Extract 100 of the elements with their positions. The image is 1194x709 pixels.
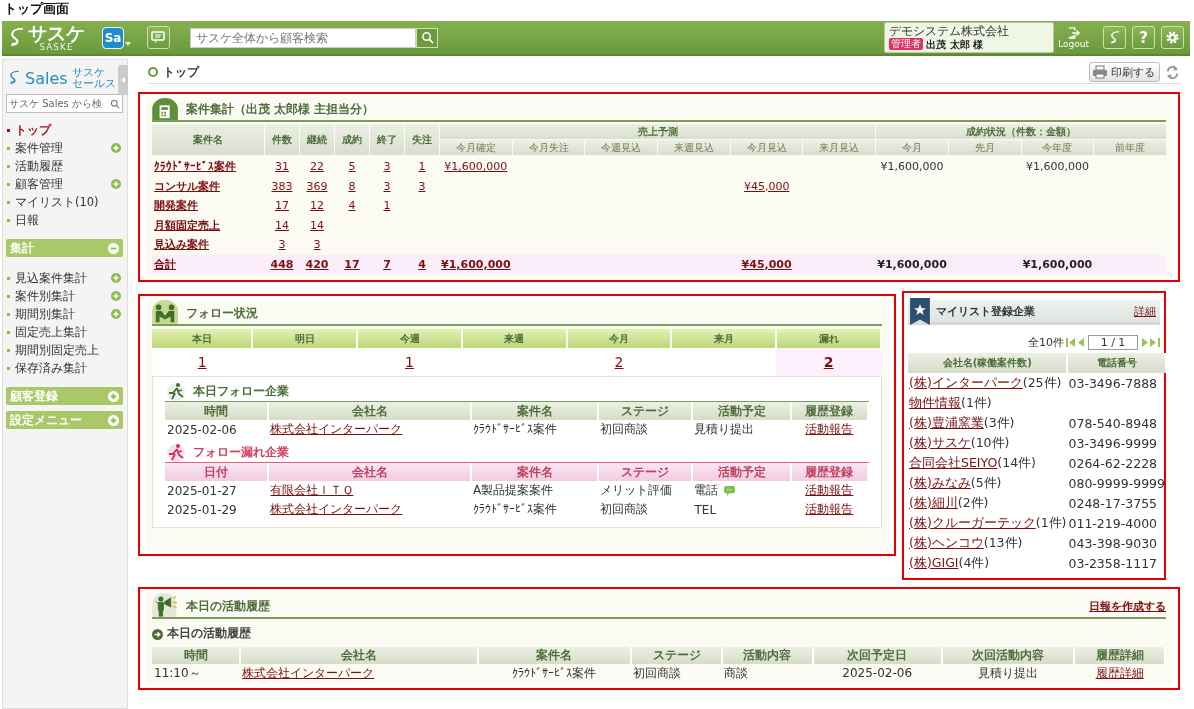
nav-link[interactable]: 案件別集計 [15,288,111,304]
table-cell: 2025-02-06 [842,666,913,680]
activity-report-link[interactable]: 活動報告 [805,483,854,497]
column-header: 件数 [265,124,299,155]
phone-number: 03-3496-9999 [1068,435,1158,451]
nav-link[interactable]: トップ [15,122,123,138]
count-link[interactable]: 17 [275,199,289,213]
history-detail-link[interactable]: 履歴詳細 [1095,665,1144,680]
page-field[interactable]: 1 / 1 [1088,335,1138,350]
company-link[interactable]: (株)クルーガーテック [909,514,1036,530]
refresh-icon[interactable] [1165,64,1180,80]
count-link[interactable]: 1 [418,160,426,174]
settings-button[interactable] [1161,26,1184,49]
project-link[interactable]: 見込み案件 [154,238,209,252]
count-link[interactable]: 14 [275,218,289,232]
table-cell: ¥1,600,000 [877,257,947,271]
search-field[interactable]: サスケ全体から顧客検索 [190,27,416,48]
activity-report-link[interactable]: 活動報告 [805,502,854,516]
company-link[interactable]: (株)GIGI [909,554,959,570]
company-link[interactable]: 株式会社インターパーク [242,665,375,680]
swoosh-button[interactable] [1103,26,1126,49]
nav-link[interactable]: 見込案件集計 [15,270,111,286]
count-link[interactable]: 2 [823,354,834,370]
expand-icon[interactable] [108,390,119,402]
last-page-icon[interactable] [1150,338,1160,347]
detail-link[interactable]: 詳細 [1134,303,1156,319]
nav-link[interactable]: 固定売上集計 [15,324,123,340]
company-link[interactable]: (株)ヘンコウ [909,534,984,550]
nav-link[interactable]: 期間別集計 [15,306,111,322]
count-link[interactable]: 3 [383,160,391,174]
nav-link[interactable]: 日報 [15,212,123,228]
expand-icon[interactable] [111,291,121,301]
count-link[interactable]: 383 [271,179,293,193]
nav-link[interactable]: 期間別固定売上 [15,342,123,358]
project-link[interactable]: 月額固定売上 [154,218,220,232]
count-link[interactable]: 3 [313,238,321,252]
previous-page-icon[interactable] [1078,338,1084,347]
count-link[interactable]: 31 [275,160,289,174]
nav-link[interactable]: マイリスト(10) [15,194,123,210]
company-link[interactable]: (株)豊浦窯業 [909,414,984,430]
company-link[interactable]: (株)みなみ [909,474,971,490]
nav-link[interactable]: 案件管理 [15,140,111,156]
company-link[interactable]: (株)サスケ [909,434,971,450]
amount-link[interactable]: ¥1,600,000 [441,257,511,271]
count-link[interactable]: 12 [310,199,324,213]
amount-link[interactable]: ¥1,600,000 [444,160,508,174]
count-link[interactable]: 3 [418,179,426,193]
nav-link[interactable]: 顧客管理 [15,176,111,192]
next-page-icon[interactable] [1142,338,1148,347]
count-link[interactable]: 5 [348,160,356,174]
sidebar-collapse-handle[interactable] [118,65,128,95]
count-link[interactable]: 1 [405,354,414,370]
table-cell: 初回商談 [633,665,682,680]
sidebar-search-field[interactable]: サスケ Sales から検 [6,94,123,113]
count-link[interactable]: 1 [383,199,391,213]
company-link[interactable]: 株式会社インターパーク [270,502,403,516]
count-link[interactable]: 420 [305,257,329,271]
count-link[interactable]: 8 [348,179,356,193]
activity-report-link[interactable]: 活動報告 [805,422,854,436]
company-link[interactable]: 物件情報 [909,394,961,410]
count-link[interactable]: 22 [310,160,324,174]
count-link[interactable]: 3 [383,179,391,193]
chat-button[interactable] [147,26,170,49]
collapse-icon[interactable] [108,242,119,254]
expand-icon[interactable] [111,143,121,153]
case-count: (10件) [970,434,1010,450]
count-link[interactable]: 3 [278,238,286,252]
company-link[interactable]: 株式会社インターパーク [270,422,403,436]
nav-link[interactable]: 保存済み集計 [15,360,123,376]
count-link[interactable]: 17 [344,257,360,271]
count-link[interactable]: 1 [197,354,207,370]
project-link[interactable]: 合計 [154,257,176,271]
count-link[interactable]: 448 [270,257,294,271]
speech-bubble-icon[interactable] [724,485,736,496]
project-link[interactable]: 開発案件 [154,199,198,213]
create-report-link[interactable]: 日報を作成する [1089,599,1166,617]
project-link[interactable]: ｸﾗｳﾄﾞｻｰﾋﾞｽ案件 [154,160,236,174]
count-link[interactable]: 14 [310,218,324,232]
count-link[interactable]: 4 [418,257,426,271]
count-link[interactable]: 2 [614,354,624,370]
amount-link[interactable]: ¥45,000 [741,257,792,271]
company-link[interactable]: 有限会社ＩＴＱ [270,483,354,497]
company-name: デモシステム株式会社 [889,24,1011,38]
print-button[interactable]: 印刷する [1089,62,1160,82]
app-switcher-button[interactable]: Sa [102,26,124,49]
count-link[interactable]: 4 [348,199,356,213]
count-link[interactable]: 369 [306,179,328,193]
nav-link[interactable]: 活動履歴 [15,158,123,174]
expand-icon[interactable] [111,179,121,189]
company-link[interactable]: 合同会社SEIYO [909,454,998,470]
expand-icon[interactable] [108,414,119,426]
amount-link[interactable]: ¥45,000 [743,179,790,193]
count-link[interactable]: 7 [383,257,391,271]
expand-icon[interactable] [111,309,121,319]
expand-icon[interactable] [111,273,121,283]
first-page-icon[interactable] [1066,338,1076,347]
project-link[interactable]: コンサル案件 [154,179,220,193]
company-link[interactable]: (株)インターパーク [909,374,1023,390]
company-link[interactable]: (株)細川 [909,494,958,510]
search-button[interactable] [416,27,438,48]
